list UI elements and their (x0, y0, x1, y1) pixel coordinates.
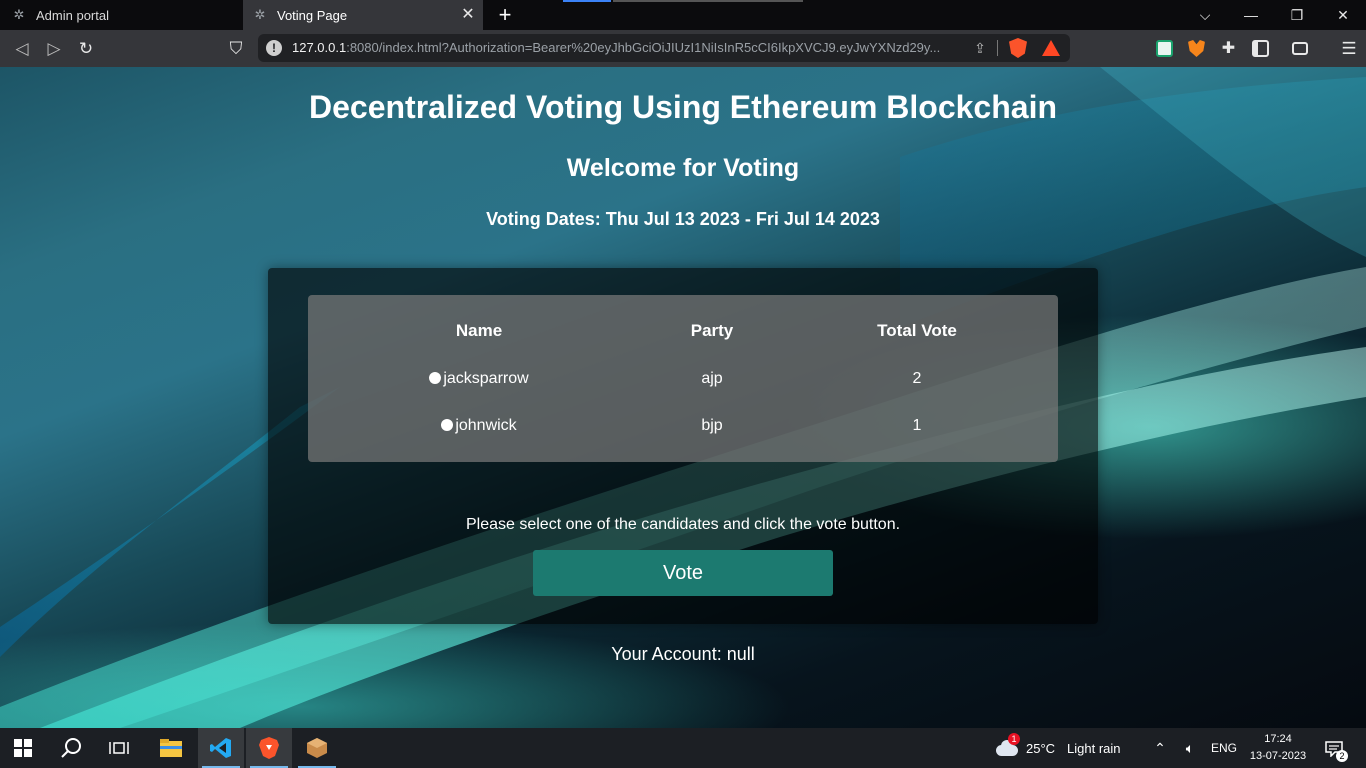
tab-label: Admin portal (36, 7, 109, 23)
voting-panel: Name Party Total Vote jacksparrow ajp 2 … (268, 268, 1098, 624)
tab-strip-indicator (563, 0, 611, 2)
wallet-icon[interactable] (1292, 42, 1308, 55)
clock-date: 13-07-2023 (1249, 750, 1307, 762)
bookmark-icon[interactable]: ⛉ (223, 36, 249, 62)
page-title: Decentralized Voting Using Ethereum Bloc… (309, 89, 1057, 125)
vscode-button[interactable] (198, 728, 244, 768)
column-header-party: Party (690, 321, 734, 340)
tab-favicon-icon: ✲ (13, 7, 25, 22)
search-icon (61, 738, 81, 758)
candidate-radio[interactable] (429, 372, 442, 384)
url-divider (997, 40, 998, 56)
url-rest: :8080/index.html?Authorization=Bearer%20… (346, 40, 941, 55)
url-text[interactable]: 127.0.0.1:8080/index.html?Authorization=… (292, 40, 972, 55)
system-clock[interactable]: 17:24 13-07-2023 (1248, 731, 1308, 765)
brave-rewards-icon[interactable] (1042, 40, 1060, 56)
table-row[interactable]: jacksparrow (399, 370, 559, 388)
candidate-votes: 2 (912, 370, 922, 387)
reload-icon[interactable]: ↻ (73, 36, 99, 62)
weather-widget[interactable]: 1 25°C Light rain (996, 728, 1121, 768)
url-host: 127.0.0.1 (292, 40, 347, 55)
search-button[interactable] (48, 728, 94, 768)
candidate-name: jacksparrow (443, 370, 529, 387)
language-indicator[interactable]: ENG (1208, 728, 1240, 768)
notification-center-button[interactable]: 2 (1322, 728, 1348, 768)
vscode-icon (210, 738, 231, 758)
restore-button[interactable]: ❐ (1274, 0, 1320, 30)
vote-button[interactable]: Vote (533, 550, 833, 596)
table-row[interactable]: johnwick (399, 417, 559, 435)
instruction-text: Please select one of the candidates and … (465, 516, 901, 533)
column-header-name: Name (455, 321, 503, 340)
notification-count-badge: 2 (1336, 750, 1348, 762)
tab-favicon-icon: ✲ (254, 7, 266, 22)
windows-logo-icon (14, 739, 32, 757)
tab-admin-portal[interactable]: ✲ Admin portal (0, 0, 242, 30)
menu-icon[interactable]: ☰ (1336, 36, 1362, 62)
folder-icon (160, 739, 182, 757)
back-icon[interactable]: ◁ (9, 36, 35, 62)
minimize-button[interactable]: — (1228, 0, 1274, 30)
brave-lion-icon (259, 737, 279, 759)
account-status: Your Account: null (611, 644, 755, 664)
voting-page: Decentralized Voting Using Ethereum Bloc… (0, 67, 1366, 728)
candidate-radio[interactable] (441, 419, 454, 431)
candidate-votes: 1 (912, 417, 922, 434)
weather-badge: 1 (1008, 733, 1020, 745)
column-header-total-vote: Total Vote (877, 321, 957, 340)
candidate-party: ajp (701, 370, 723, 387)
tab-bar: ✲ Admin portal ✲ Voting Page ✕ + ⌵ — ❐ ✕ (0, 0, 1366, 30)
weather-description: Light rain (1067, 740, 1121, 756)
box-app-icon (307, 738, 327, 758)
welcome-heading: Welcome for Voting (566, 154, 800, 182)
candidate-name: johnwick (455, 417, 517, 434)
show-hidden-icons-chevron-icon[interactable]: ⌃ (1150, 728, 1170, 768)
task-view-button[interactable] (96, 728, 142, 768)
new-tab-button[interactable]: + (492, 2, 518, 28)
forward-icon[interactable]: ▷ (41, 36, 67, 62)
brave-shields-icon[interactable] (1009, 38, 1027, 58)
brave-browser-button[interactable] (246, 728, 292, 768)
clock-time: 17:24 (1264, 733, 1292, 745)
tab-label: Voting Page (277, 7, 348, 23)
address-bar[interactable]: ! 127.0.0.1:8080/index.html?Authorizatio… (258, 34, 1070, 62)
close-window-button[interactable]: ✕ (1320, 0, 1366, 30)
voting-dates: Voting Dates: Thu Jul 13 2023 - Fri Jul … (486, 209, 880, 229)
tab-voting-page[interactable]: ✲ Voting Page ✕ (243, 0, 483, 30)
share-icon[interactable]: ⇪ (970, 38, 990, 58)
candidate-party: bjp (701, 417, 723, 434)
tab-strip-indicator (613, 0, 803, 2)
sandbox-app-button[interactable] (294, 728, 340, 768)
volume-icon[interactable]: 🔈︎ (1180, 728, 1200, 768)
extension-mail-icon[interactable] (1156, 40, 1173, 57)
extensions-puzzle-icon[interactable]: ✚ (1220, 40, 1237, 57)
weather-temperature: 25°C (1026, 740, 1056, 756)
close-tab-icon[interactable]: ✕ (459, 6, 477, 24)
rain-cloud-icon: 1 (996, 733, 1020, 757)
file-explorer-button[interactable] (148, 728, 194, 768)
site-info-icon[interactable]: ! (266, 40, 282, 56)
tab-search-chevron-icon[interactable]: ⌵ (1182, 0, 1228, 30)
candidates-table: Name Party Total Vote jacksparrow ajp 2 … (308, 295, 1058, 462)
task-view-icon (109, 742, 129, 754)
start-button[interactable] (0, 728, 46, 768)
sidebar-toggle-icon[interactable] (1252, 40, 1269, 57)
